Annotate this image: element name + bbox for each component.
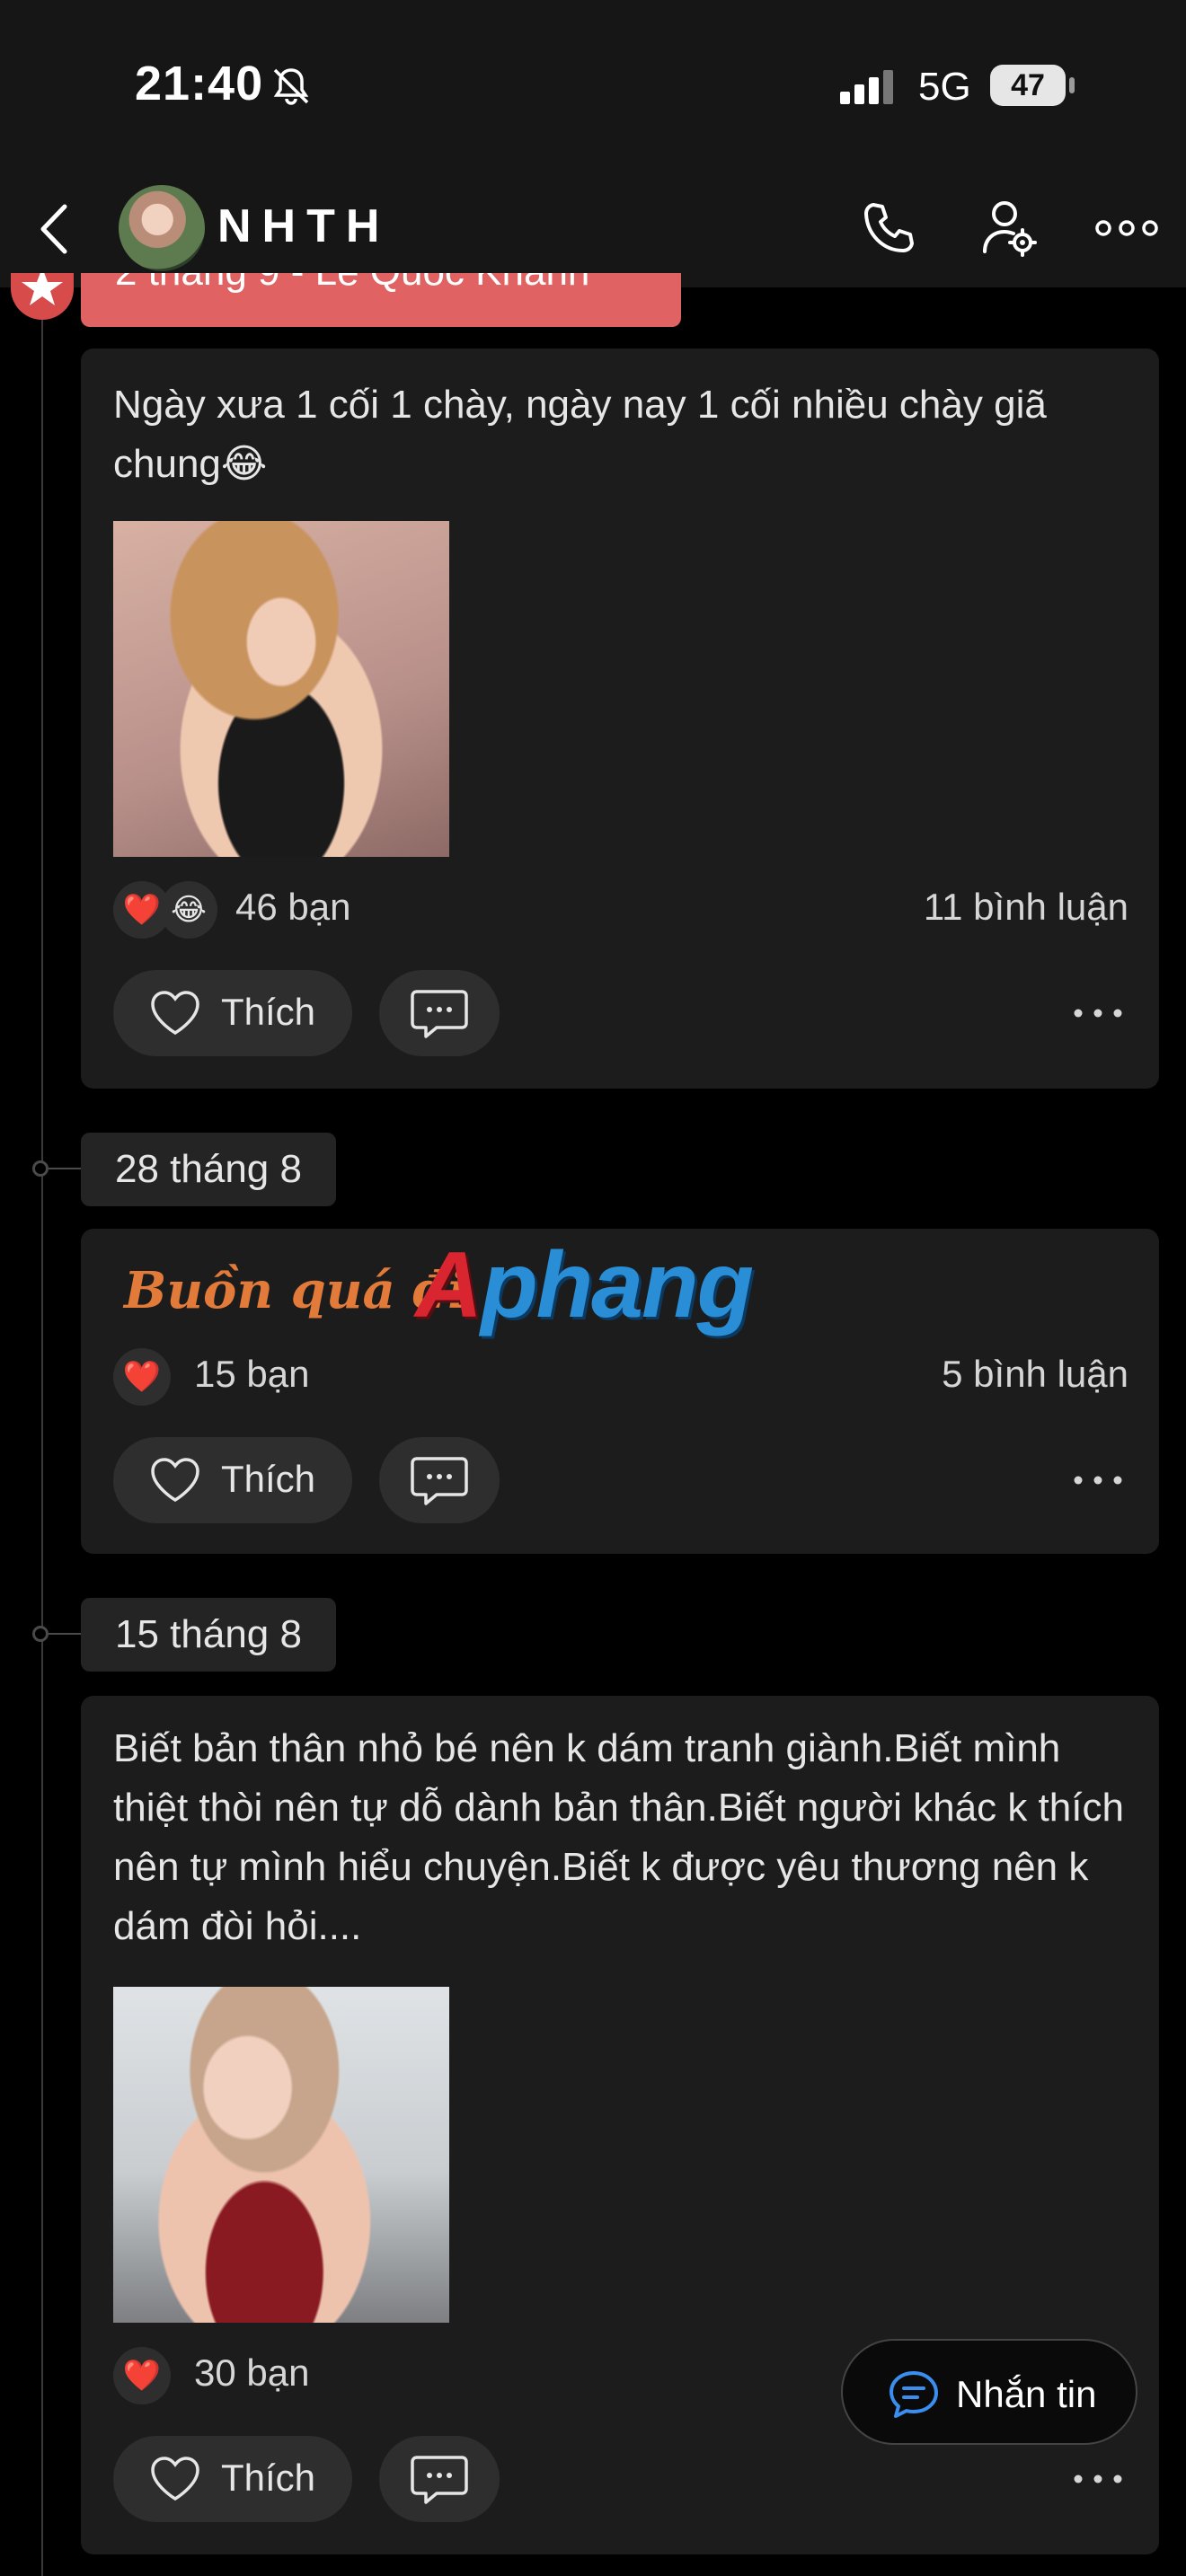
comment-icon (411, 990, 468, 1038)
profile-name[interactable]: NHTH (217, 199, 390, 253)
chat-bubble-icon (890, 2371, 938, 2418)
special-date-banner: 2 tháng 9 - Lễ Quốc Khánh (81, 273, 681, 327)
like-label: Thích (221, 2457, 316, 2499)
special-date-label: 2 tháng 9 - Lễ Quốc Khánh (115, 273, 589, 295)
heart-icon (151, 1458, 199, 1503)
timeline-node (32, 1160, 49, 1177)
post-text: Biết bản thân nhỏ bé nên k dám tranh già… (113, 1726, 1124, 1948)
timeline-line (41, 287, 43, 2576)
post-actions: Thích (113, 2436, 1128, 2522)
message-button[interactable]: Nhắn tin (841, 2339, 1137, 2445)
status-bar: 21:40 5G 47 (0, 0, 1186, 171)
message-button-label: Nhắn tin (956, 2373, 1097, 2415)
post-actions: Thích (113, 1437, 1128, 1523)
user-settings-icon[interactable] (981, 198, 1039, 259)
star-icon (11, 273, 74, 320)
like-button[interactable]: Thích (113, 1437, 352, 1523)
avatar[interactable] (119, 185, 205, 271)
like-button[interactable]: Thích (113, 2436, 352, 2522)
reaction-count: 15 bạn (194, 1353, 310, 1395)
heart-icon (151, 2457, 199, 2501)
post-photo[interactable] (113, 521, 449, 857)
reaction-count: 46 bạn (235, 886, 351, 928)
signal-icon (840, 70, 893, 104)
profile-header: NHTH (0, 171, 1186, 287)
reaction-summary[interactable]: ❤️ 15 bạn 5 bình luận (113, 1345, 1128, 1408)
battery-indicator: 47 (990, 65, 1076, 108)
comment-icon (411, 1457, 468, 1505)
more-horizontal-icon[interactable] (1073, 1469, 1123, 1491)
heart-icon (151, 991, 199, 1036)
timeline-node (32, 1626, 49, 1642)
battery-level: 47 (990, 65, 1066, 106)
more-horizontal-icon[interactable] (1094, 210, 1159, 246)
battery-tip (1069, 77, 1075, 93)
timeline-connector (49, 1633, 81, 1635)
timeline-connector (49, 1168, 81, 1169)
comment-count[interactable]: 11 bình luận (924, 886, 1128, 929)
like-label: Thích (221, 1458, 316, 1500)
post-text: Ngày xưa 1 cối 1 chày, ngày nay 1 cối nh… (113, 383, 1047, 486)
heart-reaction-icon: ❤️ (113, 2347, 171, 2404)
like-button[interactable]: Thích (113, 970, 352, 1056)
comment-count[interactable]: 5 bình luận (942, 1353, 1128, 1396)
post-card[interactable]: Buồn quá đi Aphang ❤️ 15 bạn 5 bình luận… (81, 1229, 1159, 1554)
heart-reaction-icon: ❤️ (113, 1348, 171, 1406)
post-date: 15 tháng 8 (81, 1598, 336, 1672)
post-card[interactable]: Ngày xưa 1 cối 1 chày, ngày nay 1 cối nh… (81, 348, 1159, 1089)
comment-button[interactable] (379, 1437, 500, 1523)
sticker-logo: Aphang (415, 1233, 754, 1337)
like-label: Thích (221, 991, 316, 1033)
bell-slash-icon (273, 68, 309, 105)
post-photo[interactable] (113, 1987, 449, 2323)
comment-button[interactable] (379, 2436, 500, 2522)
back-chevron-icon[interactable] (32, 199, 77, 259)
status-time: 21:40 (135, 57, 264, 110)
comment-icon (411, 2456, 468, 2504)
post-actions: Thích (113, 970, 1128, 1056)
phone-icon[interactable] (861, 199, 918, 257)
reaction-summary[interactable]: ❤️ 😂 46 bạn 11 bình luận (113, 878, 1128, 941)
reaction-count: 30 bạn (194, 2351, 310, 2394)
comment-button[interactable] (379, 970, 500, 1056)
laugh-reaction-icon: 😂 (160, 881, 217, 939)
more-horizontal-icon[interactable] (1073, 2468, 1123, 2490)
more-horizontal-icon[interactable] (1073, 1002, 1123, 1024)
network-type: 5G (918, 65, 971, 109)
post-date: 28 tháng 8 (81, 1133, 336, 1206)
